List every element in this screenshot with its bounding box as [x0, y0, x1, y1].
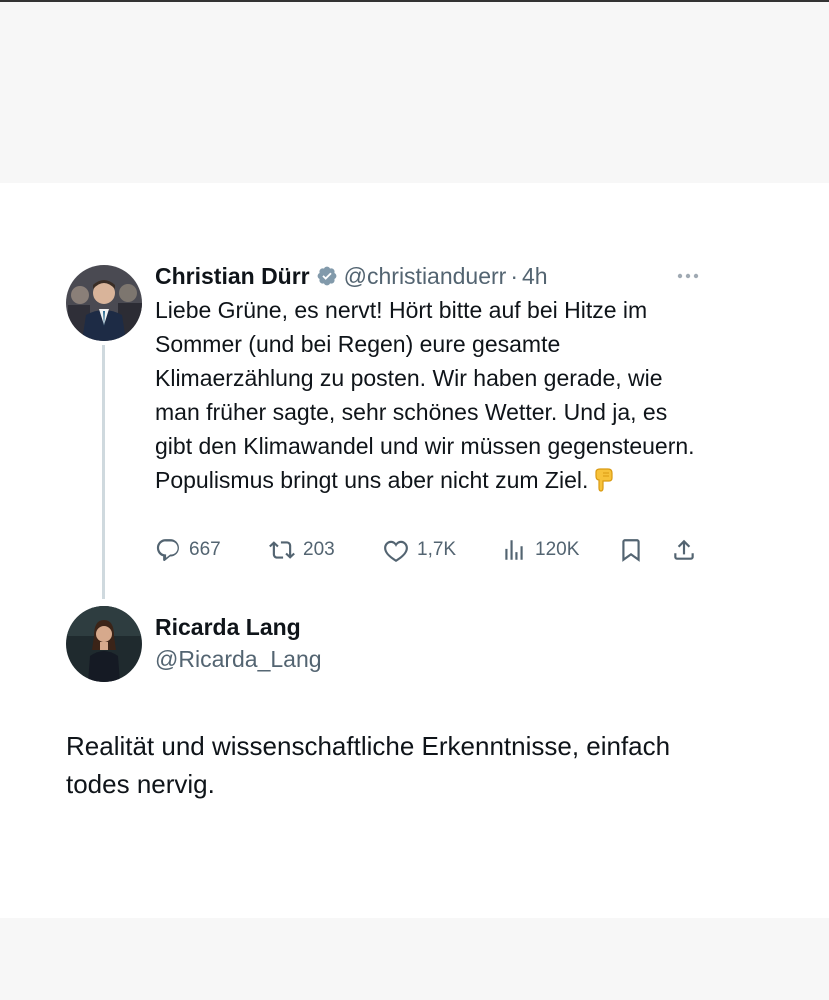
verified-badge-icon	[316, 265, 338, 287]
reply-author-avatar[interactable]	[66, 606, 142, 682]
tweet-text: Liebe Grüne, es nervt! Hört bitte auf be…	[155, 293, 703, 497]
pointing-down-hand-icon	[592, 467, 616, 493]
bookmark-button[interactable]	[618, 535, 644, 565]
tweet-timestamp[interactable]: 4h	[522, 263, 548, 290]
tweet-header: Christian Dürr @christianduerr · 4h	[155, 260, 548, 292]
reply-author-name[interactable]: Ricarda Lang	[155, 614, 301, 641]
separator-dot: ·	[510, 262, 518, 289]
author-avatar[interactable]	[66, 265, 142, 341]
author-handle[interactable]: @christianduerr	[344, 263, 507, 290]
top-background-band	[0, 0, 829, 183]
views-button[interactable]: 120K	[501, 535, 579, 565]
retweet-icon	[269, 541, 295, 559]
reply-text: Realität und wissenschaftliche Erkenntni…	[66, 731, 671, 799]
bottom-background-band	[0, 918, 829, 1000]
retweet-button[interactable]: 203	[269, 535, 335, 565]
retweet-count: 203	[303, 539, 335, 560]
tweet-text-content: Liebe Grüne, es nervt! Hört bitte auf be…	[155, 297, 695, 493]
like-count: 1,7K	[417, 539, 457, 560]
reply-count: 667	[189, 539, 221, 560]
thread-connector-line	[102, 345, 105, 599]
reply-author-handle[interactable]: @Ricarda_Lang	[155, 646, 322, 673]
author-name[interactable]: Christian Dürr	[155, 263, 310, 290]
more-icon[interactable]	[675, 266, 701, 286]
bookmark-icon	[622, 539, 640, 562]
views-count: 120K	[535, 539, 580, 560]
like-icon	[384, 540, 408, 562]
views-icon	[505, 540, 523, 560]
reply-button[interactable]: 667	[155, 535, 221, 565]
reply-icon	[156, 539, 179, 562]
share-icon	[674, 539, 694, 560]
like-button[interactable]: 1,7K	[383, 535, 456, 565]
share-button[interactable]	[671, 535, 697, 565]
